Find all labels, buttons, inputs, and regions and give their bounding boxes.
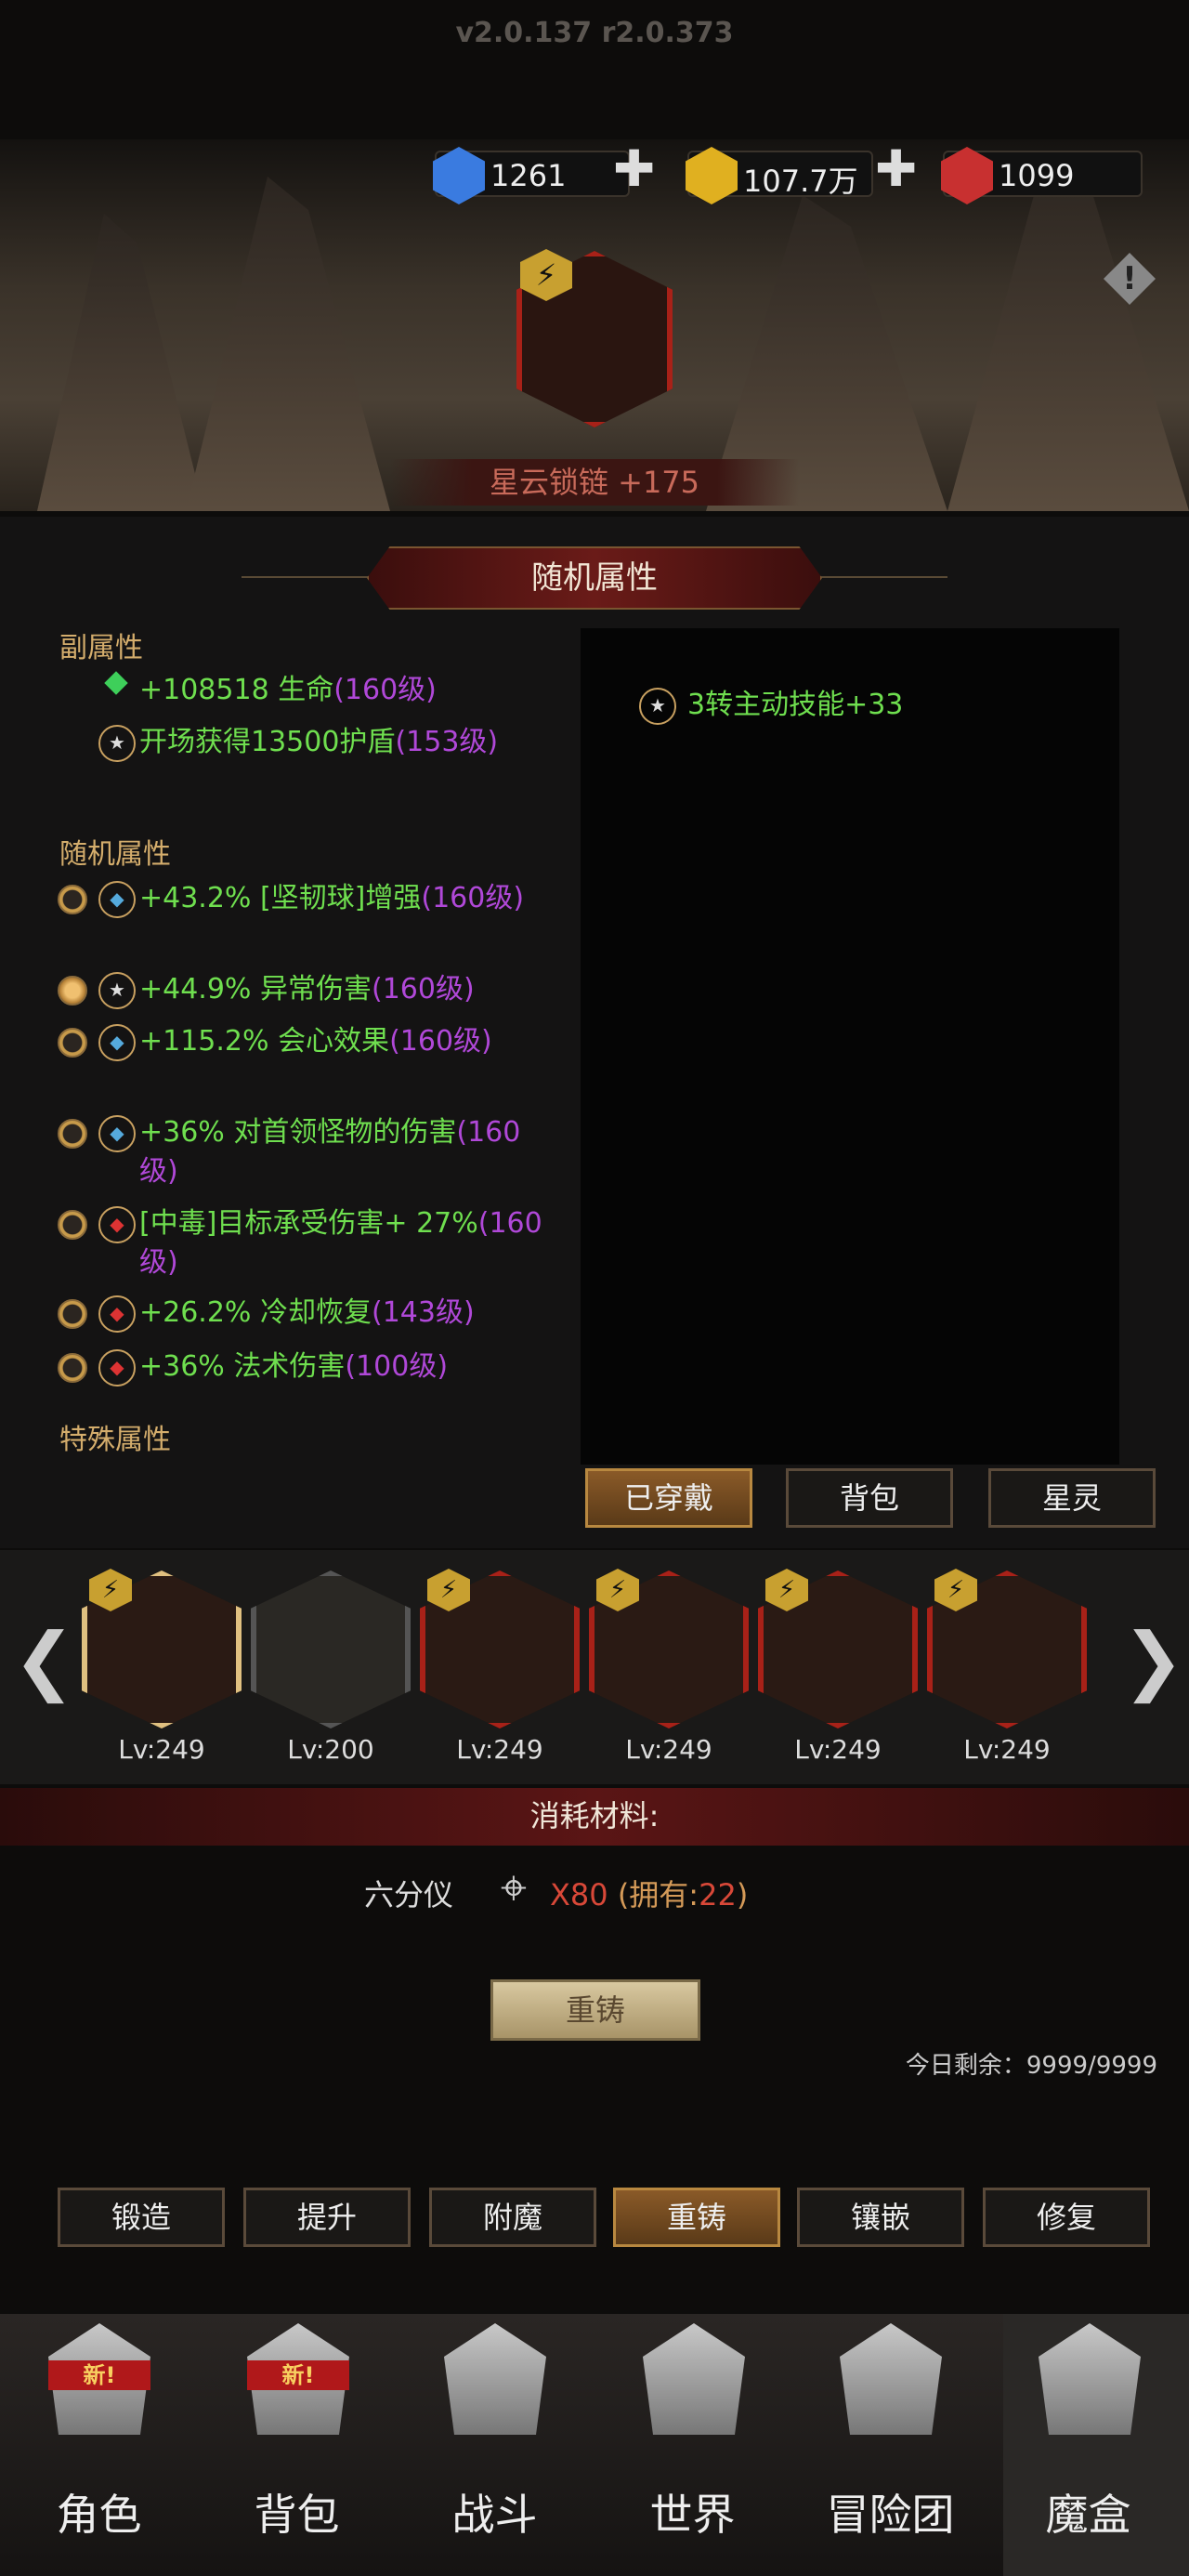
sextant-icon: ⌖ <box>500 1860 528 1914</box>
tab-recast[interactable]: 重铸 <box>613 2188 780 2247</box>
lock-toggle[interactable] <box>58 885 87 914</box>
nav-magic-box[interactable]: 魔盒 <box>989 2481 1187 2543</box>
star-icon: ★ <box>98 972 136 1009</box>
red-gem-icon <box>941 147 993 204</box>
lock-toggle[interactable] <box>58 1299 87 1329</box>
skill-box <box>581 628 1119 1465</box>
recast-button[interactable]: 重铸 <box>490 1979 700 2041</box>
gold-coin-icon <box>686 147 738 204</box>
sub-stat-1: +108518 生命(160级) <box>139 674 437 706</box>
lock-toggle[interactable] <box>58 1119 87 1149</box>
add-gold-button[interactable]: ✚ <box>875 139 917 198</box>
new-badge: 新! <box>48 2360 150 2390</box>
carousel-prev-button[interactable]: ❮ <box>13 1617 75 1703</box>
random-stat-4: +36% 对首领怪物的伤害(160级) <box>139 1116 521 1188</box>
red-gem-icon: ◆ <box>98 1206 136 1243</box>
currency-gold: 107.7万 ✚ <box>686 139 917 204</box>
cyan-gem-icon: ◆ <box>98 881 136 918</box>
tab-forge[interactable]: 锻造 <box>58 2188 225 2247</box>
lock-toggle[interactable] <box>58 976 87 1005</box>
skill-bonus: 3转主动技能+33 <box>687 689 904 721</box>
material-requirement: X80 (拥有:22) <box>550 1877 749 1912</box>
random-stat-5: [中毒]目标承受伤害+ 27%(160级) <box>139 1207 542 1279</box>
random-stat-2: +44.9% 异常伤害(160级) <box>139 973 475 1005</box>
lock-toggle[interactable] <box>58 1210 87 1240</box>
tab-backpack[interactable]: 背包 <box>786 1468 953 1528</box>
carousel-next-button[interactable]: ❯ <box>1122 1617 1184 1703</box>
divider-left <box>242 576 372 578</box>
blue-gem-icon <box>433 147 485 204</box>
tab-upgrade[interactable]: 提升 <box>243 2188 411 2247</box>
random-attr-label: 随机属性 <box>59 838 171 871</box>
nav-world[interactable]: 世界 <box>594 2481 791 2543</box>
star-icon: ★ <box>639 688 676 725</box>
version-label: v2.0.137 r2.0.373 <box>455 17 734 49</box>
blue-gem-count: 1261 <box>490 158 567 193</box>
section-title: 随机属性 <box>367 546 822 610</box>
item-name: 星云锁链 +175 <box>390 459 799 506</box>
star-icon: ★ <box>98 725 136 762</box>
random-stat-3: +115.2% 会心效果(160级) <box>139 1025 492 1058</box>
special-attr-label: 特殊属性 <box>59 1424 171 1456</box>
remaining-count: 今日剩余：9999/9999 <box>905 2052 1157 2080</box>
equipment-level: Lv:249 <box>963 1734 1051 1765</box>
material-name: 六分仪 <box>364 1877 454 1912</box>
currency-red-gem: 1099 <box>941 147 1143 204</box>
cyan-gem-icon: ◆ <box>98 1024 136 1061</box>
equipment-level: Lv:249 <box>456 1734 543 1765</box>
equipment-level: Lv:249 <box>625 1734 712 1765</box>
sub-stat-2: 开场获得13500护盾(153级) <box>139 726 499 758</box>
lock-toggle[interactable] <box>58 1028 87 1058</box>
red-gem-icon: ◆ <box>98 1349 136 1387</box>
divider-right <box>817 576 947 578</box>
nav-backpack[interactable]: 背包 <box>198 2481 396 2543</box>
cyan-gem-icon: ◆ <box>98 1115 136 1152</box>
currency-blue-gem: 1261 ✚ <box>433 139 655 204</box>
tab-star-spirit[interactable]: 星灵 <box>988 1468 1156 1528</box>
red-gem-icon: ◆ <box>98 1295 136 1333</box>
tab-socket[interactable]: 镶嵌 <box>797 2188 964 2247</box>
nav-battle[interactable]: 战斗 <box>396 2481 594 2543</box>
random-stat-1: +43.2% [坚韧球]增强(160级) <box>139 882 525 914</box>
equipment-level: Lv:249 <box>118 1734 205 1765</box>
material-title: 消耗材料: <box>0 1788 1189 1846</box>
nav-adventure-team[interactable]: 冒险团 <box>791 2481 989 2543</box>
equipment-level: Lv:249 <box>794 1734 882 1765</box>
red-gem-count: 1099 <box>999 158 1075 193</box>
lock-toggle[interactable] <box>58 1353 87 1383</box>
random-stat-7: +36% 法术伤害(100级) <box>139 1350 449 1383</box>
equipment-level: Lv:200 <box>287 1734 374 1765</box>
gold-count: 107.7万 <box>743 164 858 199</box>
nav-character[interactable]: 角色 <box>0 2481 198 2543</box>
tab-repair[interactable]: 修复 <box>983 2188 1150 2247</box>
tab-equipped[interactable]: 已穿戴 <box>585 1468 752 1528</box>
tab-enchant[interactable]: 附魔 <box>429 2188 596 2247</box>
sub-attr-label: 副属性 <box>59 632 143 664</box>
random-stat-6: +26.2% 冷却恢复(143级) <box>139 1296 475 1329</box>
add-blue-gem-button[interactable]: ✚ <box>613 139 655 198</box>
new-badge: 新! <box>247 2360 349 2390</box>
